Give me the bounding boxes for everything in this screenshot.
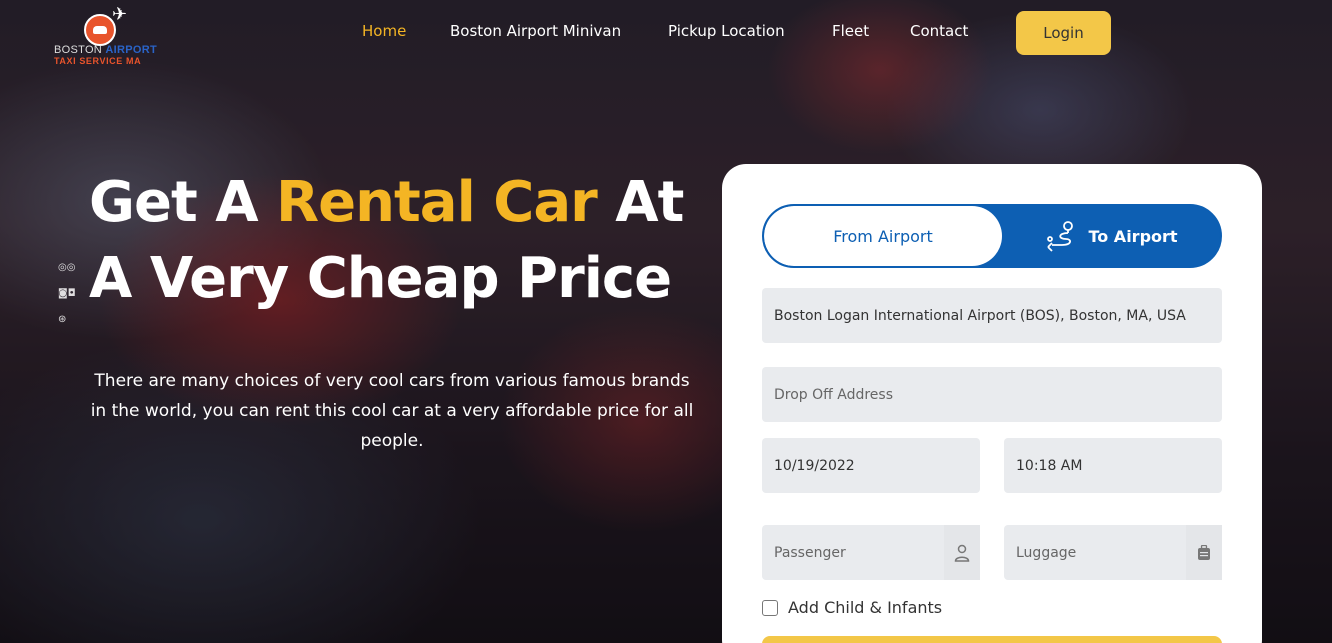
hero-subtext: There are many choices of very cool cars… bbox=[90, 371, 694, 451]
pickup-address-input[interactable] bbox=[774, 307, 1210, 324]
passenger-input[interactable] bbox=[774, 544, 968, 561]
add-child-checkbox[interactable] bbox=[762, 599, 778, 616]
headline-line2: A Very Cheap Price bbox=[89, 246, 672, 311]
booking-card: From Airport To Airport Boston Logan Int… bbox=[722, 164, 1262, 643]
login-button[interactable]: Login bbox=[1016, 11, 1111, 55]
luggage-input[interactable] bbox=[1016, 544, 1210, 561]
add-child-infants-option[interactable]: Add Child & Infants bbox=[762, 598, 942, 617]
headline-highlight: Rental Car bbox=[276, 170, 598, 235]
logo-text-line1: BOSTON AIRPORT bbox=[54, 44, 158, 56]
pickup-address-field[interactable] bbox=[762, 288, 1222, 343]
nav-contact[interactable]: Contact bbox=[910, 22, 968, 40]
tab-to-airport-label: To Airport bbox=[1088, 226, 1178, 246]
hero-headline: Get A Rental Car At A Very Cheap Price bbox=[89, 165, 709, 317]
dropoff-address-field[interactable] bbox=[762, 367, 1222, 422]
plane-icon: ✈ bbox=[112, 4, 128, 25]
nav-pickup-location[interactable]: Pickup Location bbox=[668, 22, 785, 40]
time-input[interactable] bbox=[1016, 457, 1210, 474]
nav-fleet[interactable]: Fleet bbox=[832, 22, 869, 40]
add-child-label: Add Child & Infants bbox=[788, 598, 943, 617]
nav-home[interactable]: Home bbox=[362, 22, 406, 40]
date-field[interactable] bbox=[762, 438, 980, 493]
submit-button[interactable] bbox=[762, 636, 1222, 643]
tab-from-airport[interactable]: From Airport bbox=[764, 206, 1002, 266]
user-icon bbox=[944, 525, 980, 580]
tab-to-airport[interactable]: To Airport bbox=[1002, 206, 1220, 266]
social-icon-1[interactable]: ◎◎ bbox=[58, 262, 90, 288]
nav-boston-airport-minivan[interactable]: Boston Airport Minivan bbox=[450, 22, 621, 40]
date-input[interactable] bbox=[774, 457, 968, 474]
passenger-field[interactable] bbox=[762, 525, 980, 580]
social-icon-2[interactable]: ◙◘ bbox=[58, 288, 90, 314]
logo-text-line2: TAXI SERVICE MA bbox=[54, 56, 142, 66]
headline-part2: At bbox=[596, 170, 684, 235]
social-icon-3[interactable]: ⊛ bbox=[58, 314, 90, 340]
social-icons: ◎◎ ◙◘ ⊛ bbox=[58, 262, 90, 340]
site-logo[interactable]: ✈ BOSTON AIRPORT TAXI SERVICE MA bbox=[54, 4, 164, 68]
luggage-field[interactable] bbox=[1004, 525, 1222, 580]
time-field[interactable] bbox=[1004, 438, 1222, 493]
headline-part1: Get A bbox=[89, 170, 277, 235]
dropoff-address-input[interactable] bbox=[774, 386, 1210, 403]
suitcase-icon bbox=[1186, 525, 1222, 580]
trip-direction-toggle: From Airport To Airport bbox=[762, 204, 1222, 268]
route-icon bbox=[1047, 221, 1074, 252]
